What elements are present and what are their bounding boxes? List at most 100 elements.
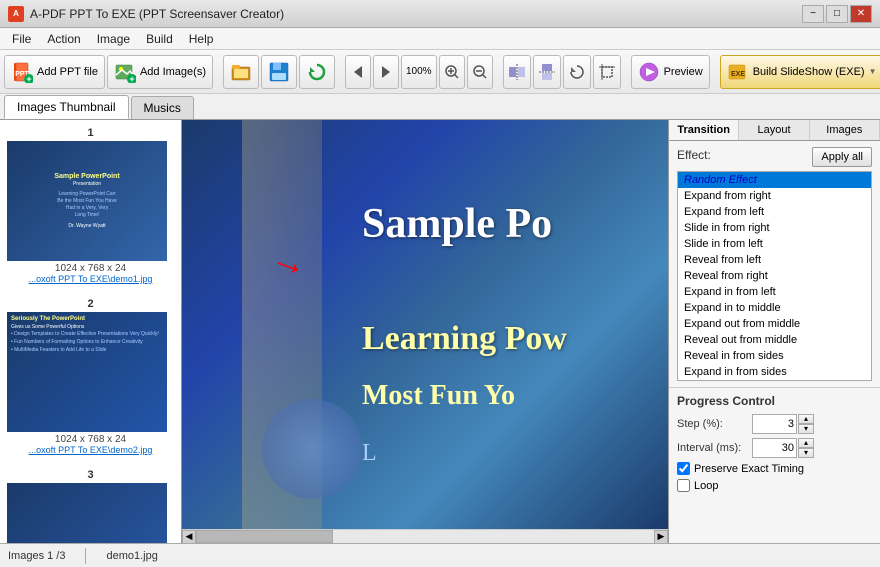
effect-list-item[interactable]: Expand in from left: [678, 284, 871, 300]
effect-list[interactable]: Random EffectExpand from rightExpand fro…: [677, 171, 872, 381]
tab-strip: Images Thumbnail Musics: [0, 94, 880, 120]
progress-section: Progress Control Step (%): ▴ ▾ Interval: [669, 387, 880, 502]
preview-button[interactable]: Preview: [631, 55, 710, 89]
effect-list-item[interactable]: Random Effect: [678, 172, 871, 188]
step-up-button[interactable]: ▴: [798, 414, 814, 424]
thumb-slide-text-1: Sample PowerPoint Presentation Learning …: [54, 172, 119, 231]
zoom-in-button[interactable]: [439, 55, 465, 89]
add-image-label: Add Image(s): [140, 66, 206, 78]
tab-musics[interactable]: Musics: [131, 96, 194, 119]
thumb-path-2[interactable]: ...oxoft PPT To EXE\demo2.jpg: [7, 445, 174, 455]
thumb-dimensions-2: 1024 x 768 x 24: [7, 434, 174, 445]
preserve-row: Preserve Exact Timing: [677, 462, 872, 475]
thumb-number-2: 2: [7, 298, 174, 310]
save-icon: [268, 61, 290, 83]
slide-text-sub2: Most Fun Yo: [362, 380, 515, 412]
thumb-number-1: 1: [7, 127, 174, 139]
menu-file[interactable]: File: [4, 30, 39, 48]
thumb-image-1: Sample PowerPoint Presentation Learning …: [7, 141, 167, 261]
flip-v-button[interactable]: [533, 55, 561, 89]
step-input[interactable]: [752, 414, 797, 434]
slide-text-sub3: L: [362, 440, 377, 467]
thumb-bullet-2: • Fun Numbers of Formatting Options to E…: [11, 339, 143, 345]
effect-list-item[interactable]: Reveal out from middle: [678, 332, 871, 348]
thumb-dimensions-1: 1024 x 768 x 24: [7, 263, 174, 274]
zoom-next-button[interactable]: [373, 55, 399, 89]
app-icon: A: [8, 6, 24, 22]
add-ppt-icon: PPT+: [11, 61, 33, 83]
preserve-checkbox[interactable]: [677, 462, 690, 475]
effect-list-item[interactable]: Reveal in from sides: [678, 348, 871, 364]
menu-action[interactable]: Action: [39, 30, 88, 48]
list-item[interactable]: 3: [4, 466, 177, 543]
scrollbar-thumb[interactable]: [196, 530, 333, 543]
open-button[interactable]: [223, 55, 259, 89]
effect-list-item[interactable]: Expand in from sides: [678, 364, 871, 380]
menu-image[interactable]: Image: [89, 30, 138, 48]
crop-button[interactable]: [593, 55, 621, 89]
interval-spin-buttons: ▴ ▾: [798, 438, 814, 458]
menu-help[interactable]: Help: [181, 30, 222, 48]
list-item[interactable]: 2 Seriously The PowerPoint Gives us Some…: [4, 295, 177, 458]
slide-text-sub: Learning Pow: [362, 320, 567, 358]
loop-checkbox[interactable]: [677, 479, 690, 492]
effect-list-item[interactable]: Slide in from left: [678, 236, 871, 252]
zoom-out-button[interactable]: [467, 55, 493, 89]
status-filename: demo1.jpg: [106, 550, 157, 562]
right-tab-transition[interactable]: Transition: [669, 120, 739, 140]
effect-section: Effect: Apply all Random EffectExpand fr…: [669, 141, 880, 387]
flip-h-button[interactable]: [503, 55, 531, 89]
maximize-button[interactable]: □: [826, 5, 848, 23]
zoom-prev-button[interactable]: [345, 55, 371, 89]
effect-list-item[interactable]: Expand out from middle: [678, 316, 871, 332]
thumbnail-panel: 1 Sample PowerPoint Presentation Learnin…: [0, 120, 182, 543]
save-button[interactable]: [261, 55, 297, 89]
step-down-button[interactable]: ▾: [798, 424, 814, 434]
thumbnail-scroll[interactable]: 1 Sample PowerPoint Presentation Learnin…: [0, 120, 181, 543]
scroll-left-btn[interactable]: ◀: [182, 530, 196, 544]
interval-row: Interval (ms): ▴ ▾: [677, 438, 872, 458]
tab-images-thumbnail[interactable]: Images Thumbnail: [4, 95, 129, 119]
title-bar: A A-PDF PPT To EXE (PPT Screensaver Crea…: [0, 0, 880, 28]
build-slideshow-button[interactable]: EXE Build SlideShow (EXE) ▼: [720, 55, 880, 89]
effect-list-item[interactable]: Expand from right: [678, 188, 871, 204]
menu-build[interactable]: Build: [138, 30, 181, 48]
apply-all-button[interactable]: Apply all: [812, 147, 872, 167]
slide-area: Sample Po → Learning Pow Most Fun Yo L: [182, 120, 668, 529]
effect-list-item[interactable]: Unroll from left: [678, 380, 871, 381]
slide-preview-container: Sample Po → Learning Pow Most Fun Yo L ◀…: [182, 120, 668, 543]
interval-spinner[interactable]: ▴ ▾: [752, 438, 814, 458]
interval-up-button[interactable]: ▴: [798, 438, 814, 448]
preview-icon: [638, 61, 660, 83]
rotate-button[interactable]: [563, 55, 591, 89]
interval-down-button[interactable]: ▾: [798, 448, 814, 458]
right-tab-layout[interactable]: Layout: [739, 120, 809, 140]
list-item[interactable]: 1 Sample PowerPoint Presentation Learnin…: [4, 124, 177, 287]
menu-bar: File Action Image Build Help: [0, 28, 880, 50]
close-button[interactable]: ✕: [850, 5, 872, 23]
zoom-fit-button[interactable]: 100%: [401, 55, 437, 89]
right-tab-images[interactable]: Images: [810, 120, 880, 140]
scroll-right-btn[interactable]: ▶: [654, 530, 668, 544]
effect-list-item[interactable]: Expand from left: [678, 204, 871, 220]
minimize-button[interactable]: −: [802, 5, 824, 23]
add-ppt-button[interactable]: PPT+ Add PPT file: [4, 55, 105, 89]
refresh-button[interactable]: [299, 55, 335, 89]
thumb-image-2: Seriously The PowerPoint Gives us Some P…: [7, 312, 167, 432]
build-dropdown-arrow[interactable]: ▼: [869, 67, 877, 76]
add-ppt-label: Add PPT file: [37, 66, 98, 78]
status-bar: Images 1 /3 demo1.jpg: [0, 543, 880, 567]
interval-input[interactable]: [752, 438, 797, 458]
interval-label: Interval (ms):: [677, 442, 752, 454]
step-spinner[interactable]: ▴ ▾: [752, 414, 814, 434]
add-image-button[interactable]: + Add Image(s): [107, 55, 213, 89]
h-scrollbar[interactable]: ◀ ▶: [182, 529, 668, 543]
effect-list-item[interactable]: Expand in to middle: [678, 300, 871, 316]
effect-list-item[interactable]: Reveal from right: [678, 268, 871, 284]
thumb-bullet-1: • Design Templates to Create Effective P…: [11, 331, 159, 337]
thumb-path-1[interactable]: ...oxoft PPT To EXE\demo1.jpg: [7, 274, 174, 284]
effect-list-item[interactable]: Slide in from right: [678, 220, 871, 236]
effect-list-item[interactable]: Reveal from left: [678, 252, 871, 268]
svg-text:EXE: EXE: [731, 71, 745, 78]
slide-text-main: Sample Po: [362, 200, 552, 248]
